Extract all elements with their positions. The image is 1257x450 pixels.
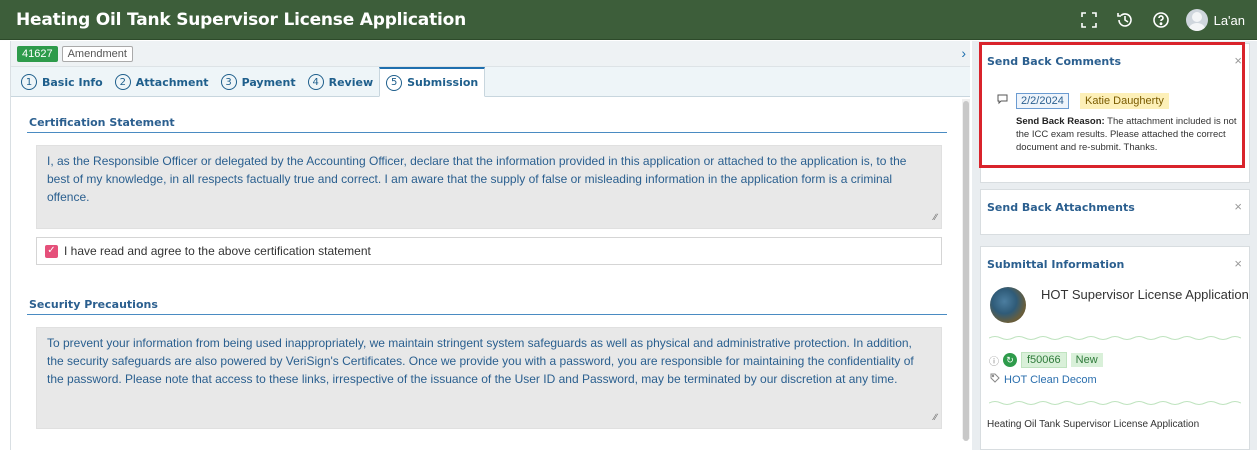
side-panel: Send Back Comments × 2/2/2024 Katie Daug… (972, 41, 1257, 450)
header-actions: La'an (1078, 0, 1245, 40)
highlight-annotation (979, 42, 1245, 168)
step-number: 1 (21, 74, 37, 90)
send-back-attachments-title: Send Back Attachments (987, 201, 1135, 214)
user-name[interactable]: La'an (1214, 13, 1245, 28)
status-icon: ↻ (1003, 353, 1017, 367)
resize-handle-icon[interactable]: ∕∕ (934, 408, 937, 426)
submittal-info-row: ⓘ ↻ f50066 New (989, 352, 1103, 368)
submittal-name: HOT Supervisor License Application (1041, 287, 1249, 302)
tab-label: Submission (407, 76, 479, 89)
info-icon: ⓘ (989, 356, 999, 368)
record-bar: 41627 Amendment › (11, 41, 970, 67)
agree-label: I have read and agree to the above certi… (64, 244, 371, 258)
send-back-attachments-card: Send Back Attachments × (980, 189, 1250, 235)
app-header: Heating Oil Tank Supervisor License Appl… (0, 0, 1257, 40)
agree-checkbox[interactable]: ✓ (45, 244, 58, 258)
tag-label: HOT Clean Decom (1004, 373, 1097, 386)
tab-label: Attachment (135, 75, 209, 89)
chevron-right-icon[interactable]: › (961, 45, 966, 61)
record-id-badge: 41627 (17, 45, 58, 62)
help-icon[interactable] (1150, 9, 1172, 31)
submittal-tag[interactable]: HOT Clean Decom (990, 373, 1097, 386)
tab-submission[interactable]: 5 Submission (379, 67, 486, 97)
certification-title: Certification Statement (29, 116, 175, 129)
submission-content: Certification Statement I, as the Respon… (11, 99, 961, 450)
section-divider (27, 132, 947, 133)
submittal-number: f50066 (1021, 352, 1067, 368)
tab-label: Review (328, 75, 374, 89)
step-number: 4 (307, 74, 324, 90)
scroll-thumb[interactable] (963, 101, 969, 441)
section-divider (27, 314, 947, 315)
fullscreen-icon[interactable] (1078, 9, 1100, 31)
tab-label: Basic Info (42, 75, 103, 89)
wavy-divider (989, 401, 1241, 405)
security-text: To prevent your information from being u… (47, 336, 914, 386)
agree-row[interactable]: ✓ I have read and agree to the above cer… (36, 237, 942, 265)
tab-review[interactable]: 4 Review (302, 68, 380, 96)
tab-basic-info[interactable]: 1 Basic Info (15, 68, 109, 96)
wavy-divider (989, 336, 1241, 340)
certification-text: I, as the Responsible Officer or delegat… (47, 154, 907, 204)
step-number: 3 (220, 74, 237, 90)
status-badge: New (1070, 353, 1103, 367)
security-title: Security Precautions (29, 298, 158, 311)
step-number: 2 (114, 74, 131, 90)
app-title: Heating Oil Tank Supervisor License Appl… (16, 9, 467, 30)
security-textarea[interactable]: To prevent your information from being u… (36, 327, 942, 429)
record-type-badge: Amendment (61, 45, 133, 62)
tab-label: Payment (241, 75, 296, 89)
submittal-footer: Heating Oil Tank Supervisor License Appl… (987, 419, 1200, 430)
resize-handle-icon[interactable]: ∕∕ (934, 208, 937, 226)
submittal-information-card: Submittal Information × HOT Supervisor L… (980, 246, 1250, 450)
close-icon[interactable]: × (1234, 256, 1242, 271)
certification-textarea[interactable]: I, as the Responsible Officer or delegat… (36, 145, 942, 229)
tab-attachment[interactable]: 2 Attachment (109, 68, 215, 96)
user-avatar[interactable] (1185, 9, 1208, 31)
main-panel: 41627 Amendment › 1 Basic Info 2 Attachmen… (10, 41, 970, 450)
close-icon[interactable]: × (1234, 199, 1242, 214)
content-scrollbar[interactable] (962, 99, 970, 441)
step-number: 5 (386, 74, 403, 91)
history-icon[interactable] (1114, 9, 1136, 31)
submittal-thumbnail (990, 287, 1026, 323)
tag-icon (990, 373, 1000, 386)
submittal-title: Submittal Information (987, 258, 1125, 271)
tab-payment[interactable]: 3 Payment (215, 68, 302, 96)
step-tabs: 1 Basic Info 2 Attachment 3 Payment 4 Review… (11, 67, 970, 97)
